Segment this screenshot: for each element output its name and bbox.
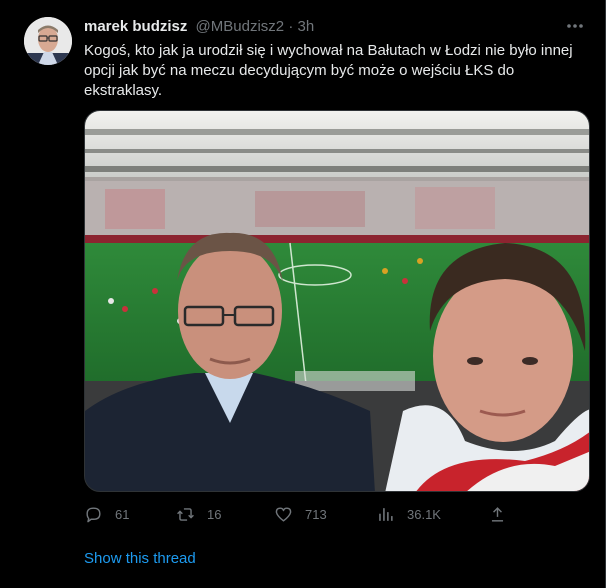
tweet[interactable]: marek budzisz @MBudzisz2 · 3h Kogoś, kto… [0, 0, 606, 588]
views-icon [379, 507, 393, 521]
reply-icon [86, 506, 101, 522]
avatar[interactable] [24, 17, 72, 65]
author-handle[interactable]: @MBudzisz2 [196, 18, 285, 35]
retweet-count: 16 [207, 506, 222, 522]
reply-count: 61 [115, 506, 130, 522]
more-horizontal-icon [567, 24, 583, 28]
timestamp[interactable]: 3h [297, 18, 314, 35]
author-name[interactable]: marek budzisz [84, 18, 187, 35]
share-icon [491, 506, 504, 522]
like-button[interactable]: 713 [274, 500, 327, 528]
like-count: 713 [305, 506, 327, 522]
share-button[interactable] [488, 500, 507, 528]
tweet-photo[interactable] [84, 110, 590, 492]
retweet-icon [177, 507, 194, 521]
tweet-text: Kogoś, kto jak ja urodził się i wychował… [84, 42, 573, 99]
more-options-button[interactable] [563, 16, 587, 36]
tweet-actions: 61 16 713 36.1K [84, 500, 504, 528]
views-count: 36.1K [407, 506, 441, 522]
separator-dot: · [288, 18, 294, 35]
retweet-button[interactable]: 16 [176, 500, 221, 528]
heart-icon [275, 506, 292, 522]
reply-button[interactable]: 61 [84, 500, 129, 528]
show-thread-link[interactable]: Show this thread [84, 549, 196, 569]
tweet-header: marek budzisz @MBudzisz2 · 3h [84, 17, 314, 37]
views-button[interactable]: 36.1K [376, 500, 441, 528]
